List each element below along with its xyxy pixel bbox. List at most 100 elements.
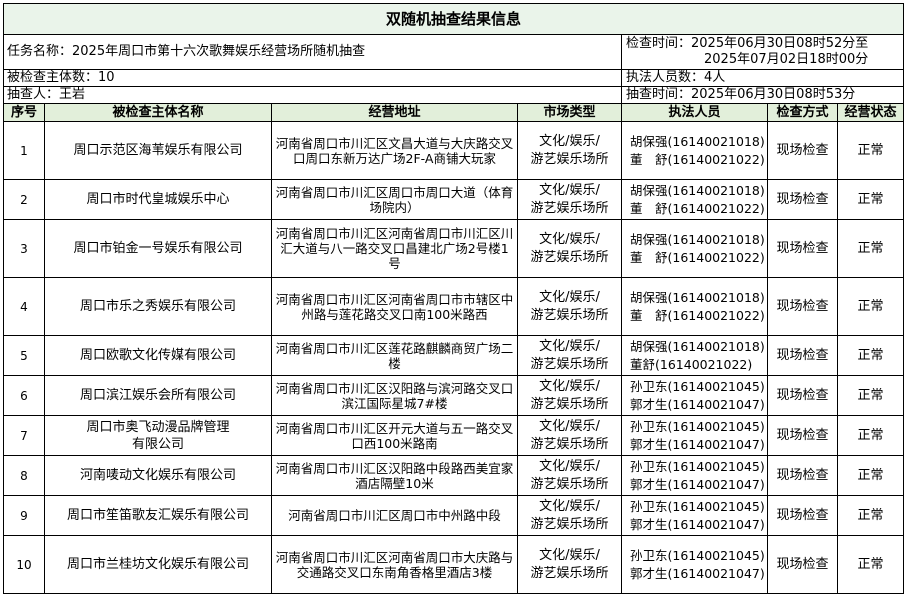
header-no: 序号	[3, 103, 45, 122]
officer-entry: 郭才生(16140021047)	[630, 396, 765, 412]
subject-name: 周口市乐之秀娱乐有限公司	[44, 277, 272, 336]
header-officers: 执法人员	[621, 103, 768, 122]
business-address: 河南省周口市川汇区周口市中州路中段	[271, 495, 518, 536]
market-type: 文化/娱乐/游艺娱乐场所	[517, 455, 622, 496]
check-time-label: 检查时间：	[626, 36, 692, 51]
business-status: 正常	[836, 179, 905, 220]
market-type-line: 游艺娱乐场所	[530, 151, 609, 167]
officers: 孙卫东(16140021045) 郭才生(16140021047)	[621, 455, 768, 496]
row-number: 4	[3, 277, 45, 336]
business-status: 正常	[836, 535, 905, 594]
business-status: 正常	[836, 277, 905, 336]
table-row: 3 周口市铂金一号娱乐有限公司 河南省周口市川汇区河南省周口市川汇区川汇大道与八一路…	[3, 219, 905, 278]
market-type-line: 游艺娱乐场所	[530, 356, 609, 372]
inspection-method: 现场检查	[767, 179, 838, 220]
subject-name: 河南唛动文化娱乐有限公司	[44, 455, 272, 496]
officer-entry: 胡保强(16140021018)	[630, 182, 765, 198]
market-type: 文化/娱乐/游艺娱乐场所	[517, 277, 622, 336]
officer-entry: 郭才生(16140021047)	[630, 476, 765, 492]
officers: 孙卫东(16140021045) 郭才生(16140021047)	[621, 375, 768, 416]
header-status: 经营状态	[836, 103, 905, 122]
inspection-method: 现场检查	[767, 415, 838, 456]
subject-name-line: 周口市奥飞动漫品牌管理	[86, 419, 230, 435]
officer-entry: 胡保强(16140021018)	[630, 231, 765, 247]
subject-name: 周口市铂金一号娱乐有限公司	[44, 219, 272, 278]
business-address: 河南省周口市川汇区汉阳路与滨河路交叉口滨江国际星城7#楼	[271, 375, 518, 416]
row-number: 6	[3, 375, 45, 416]
officer-entry: 董 舒(16140021022)	[630, 200, 765, 216]
officer-count: 执法人员数：4人	[620, 69, 905, 87]
business-status: 正常	[836, 375, 905, 416]
header-name: 被检查主体名称	[44, 103, 272, 122]
market-type-line: 文化/娱乐/	[539, 378, 600, 394]
officer-entry: 郭才生(16140021047)	[630, 436, 765, 452]
table-row: 6 周口滨江娱乐会所有限公司 河南省周口市川汇区汉阳路与滨河路交叉口滨江国际星城7#…	[3, 375, 905, 416]
row-number: 9	[3, 495, 45, 536]
officers: 孙卫东(16140021045) 郭才生(16140021047)	[621, 415, 768, 456]
header-method: 检查方式	[767, 103, 838, 122]
market-type-line: 文化/娱乐/	[539, 182, 600, 198]
business-status: 正常	[836, 495, 905, 536]
inspection-method: 现场检查	[767, 335, 838, 376]
table-row: 10 周口市兰桂坊文化娱乐有限公司 河南省周口市川汇区河南省周口市大庆路与交通路交叉…	[3, 535, 905, 594]
market-type-line: 文化/娱乐/	[539, 133, 600, 149]
sample-time: 抽查时间：2025年06月30日08时53分	[620, 86, 905, 104]
market-type: 文化/娱乐/游艺娱乐场所	[517, 495, 622, 536]
business-address: 河南省周口市川汇区河南省周口市川汇区川汇大道与八一路交叉口昌建北广场2号楼1号	[271, 219, 518, 278]
subject-name: 周口市兰桂坊文化娱乐有限公司	[44, 535, 272, 594]
business-address: 河南省周口市川汇区汉阳路中段路西美宜家酒店隔壁10米	[271, 455, 518, 496]
check-time: 检查时间：2025年06月30日08时52分至 2025年07月02日18时00…	[620, 34, 905, 70]
business-address: 河南省周口市川汇区河南省周口市市辖区中州路与莲花路交叉口南100米路西	[271, 277, 518, 336]
market-type-line: 文化/娱乐/	[539, 498, 600, 514]
market-type-line: 游艺娱乐场所	[530, 516, 609, 532]
subject-name: 周口示范区海苇娱乐有限公司	[44, 121, 272, 180]
subject-name-line: 周口市兰桂坊文化娱乐有限公司	[66, 556, 249, 572]
check-time-end: 2025年07月02日18时00分	[704, 52, 869, 67]
row-number: 10	[3, 535, 45, 594]
business-address: 河南省周口市川汇区文昌大道与大庆路交叉口周口东新万达广场2F-A商铺大玩家	[271, 121, 518, 180]
table-row: 1 周口示范区海苇娱乐有限公司 河南省周口市川汇区文昌大道与大庆路交叉口周口东新万达…	[3, 121, 905, 180]
row-number: 1	[3, 121, 45, 180]
row-number: 2	[3, 179, 45, 220]
inspection-method: 现场检查	[767, 219, 838, 278]
subject-name-line: 周口市铂金一号娱乐有限公司	[73, 240, 243, 256]
market-type: 文化/娱乐/游艺娱乐场所	[517, 375, 622, 416]
market-type-line: 游艺娱乐场所	[530, 200, 609, 216]
table-row: 8 河南唛动文化娱乐有限公司 河南省周口市川汇区汉阳路中段路西美宜家酒店隔壁10米文…	[3, 455, 905, 496]
officer-entry: 孙卫东(16140021045)	[630, 547, 765, 563]
officer-entry: 胡保强(16140021018)	[630, 289, 765, 305]
page-title: 双随机抽查结果信息	[2, 3, 905, 35]
officers: 孙卫东(16140021045) 郭才生(16140021047)	[621, 495, 768, 536]
subject-name-line: 周口滨江娱乐会所有限公司	[79, 387, 236, 403]
table-row: 7 周口市奥飞动漫品牌管理 有限公司 河南省周口市川汇区开元大道与五一路交叉口西100…	[3, 415, 905, 456]
subject-name: 周口滨江娱乐会所有限公司	[44, 375, 272, 416]
subject-name-line: 有限公司	[131, 436, 184, 452]
subject-name: 周口欧歌文化传媒有限公司	[44, 335, 272, 376]
business-address: 河南省周口市川汇区周口市周口大道（体育场院内）	[271, 179, 518, 220]
officer-entry: 孙卫东(16140021045)	[630, 498, 765, 514]
task-name: 任务名称：2025年周口市第十六次歌舞娱乐经营场所随机抽查	[3, 34, 622, 70]
market-type-line: 游艺娱乐场所	[530, 396, 609, 412]
sampler: 抽查人：王岩	[3, 86, 622, 104]
business-address: 河南省周口市川汇区莲花路麒麟商贸广场二楼	[271, 335, 518, 376]
inspection-results-table: 双随机抽查结果信息 任务名称：2025年周口市第十六次歌舞娱乐经营场所随机抽查 …	[2, 3, 905, 594]
market-type: 文化/娱乐/游艺娱乐场所	[517, 415, 622, 456]
market-type-line: 文化/娱乐/	[539, 289, 600, 305]
subject-name: 周口市时代皇城娱乐中心	[44, 179, 272, 220]
subject-name-line: 周口市笙笛歌友汇娱乐有限公司	[66, 507, 249, 523]
officer-entry: 董舒(16140021022)	[630, 356, 753, 372]
business-address: 河南省周口市川汇区河南省周口市大庆路与交通路交叉口东南角香格里酒店3楼	[271, 535, 518, 594]
subject-name: 周口市笙笛歌友汇娱乐有限公司	[44, 495, 272, 536]
subject-name-line: 河南唛动文化娱乐有限公司	[79, 467, 236, 483]
subject-name-line: 周口市乐之秀娱乐有限公司	[79, 298, 236, 314]
market-type-line: 游艺娱乐场所	[530, 436, 609, 452]
subject-count: 被检查主体数：10	[3, 69, 622, 87]
inspection-method: 现场检查	[767, 375, 838, 416]
table-row: 9 周口市笙笛歌友汇娱乐有限公司 河南省周口市川汇区周口市中州路中段 文化/娱乐/游艺…	[3, 495, 905, 536]
business-status: 正常	[836, 335, 905, 376]
market-type: 文化/娱乐/游艺娱乐场所	[517, 179, 622, 220]
row-number: 3	[3, 219, 45, 278]
market-type-line: 文化/娱乐/	[539, 458, 600, 474]
market-type-line: 游艺娱乐场所	[530, 565, 609, 581]
table-row: 4 周口市乐之秀娱乐有限公司 河南省周口市川汇区河南省周口市市辖区中州路与莲花路交叉…	[3, 277, 905, 336]
